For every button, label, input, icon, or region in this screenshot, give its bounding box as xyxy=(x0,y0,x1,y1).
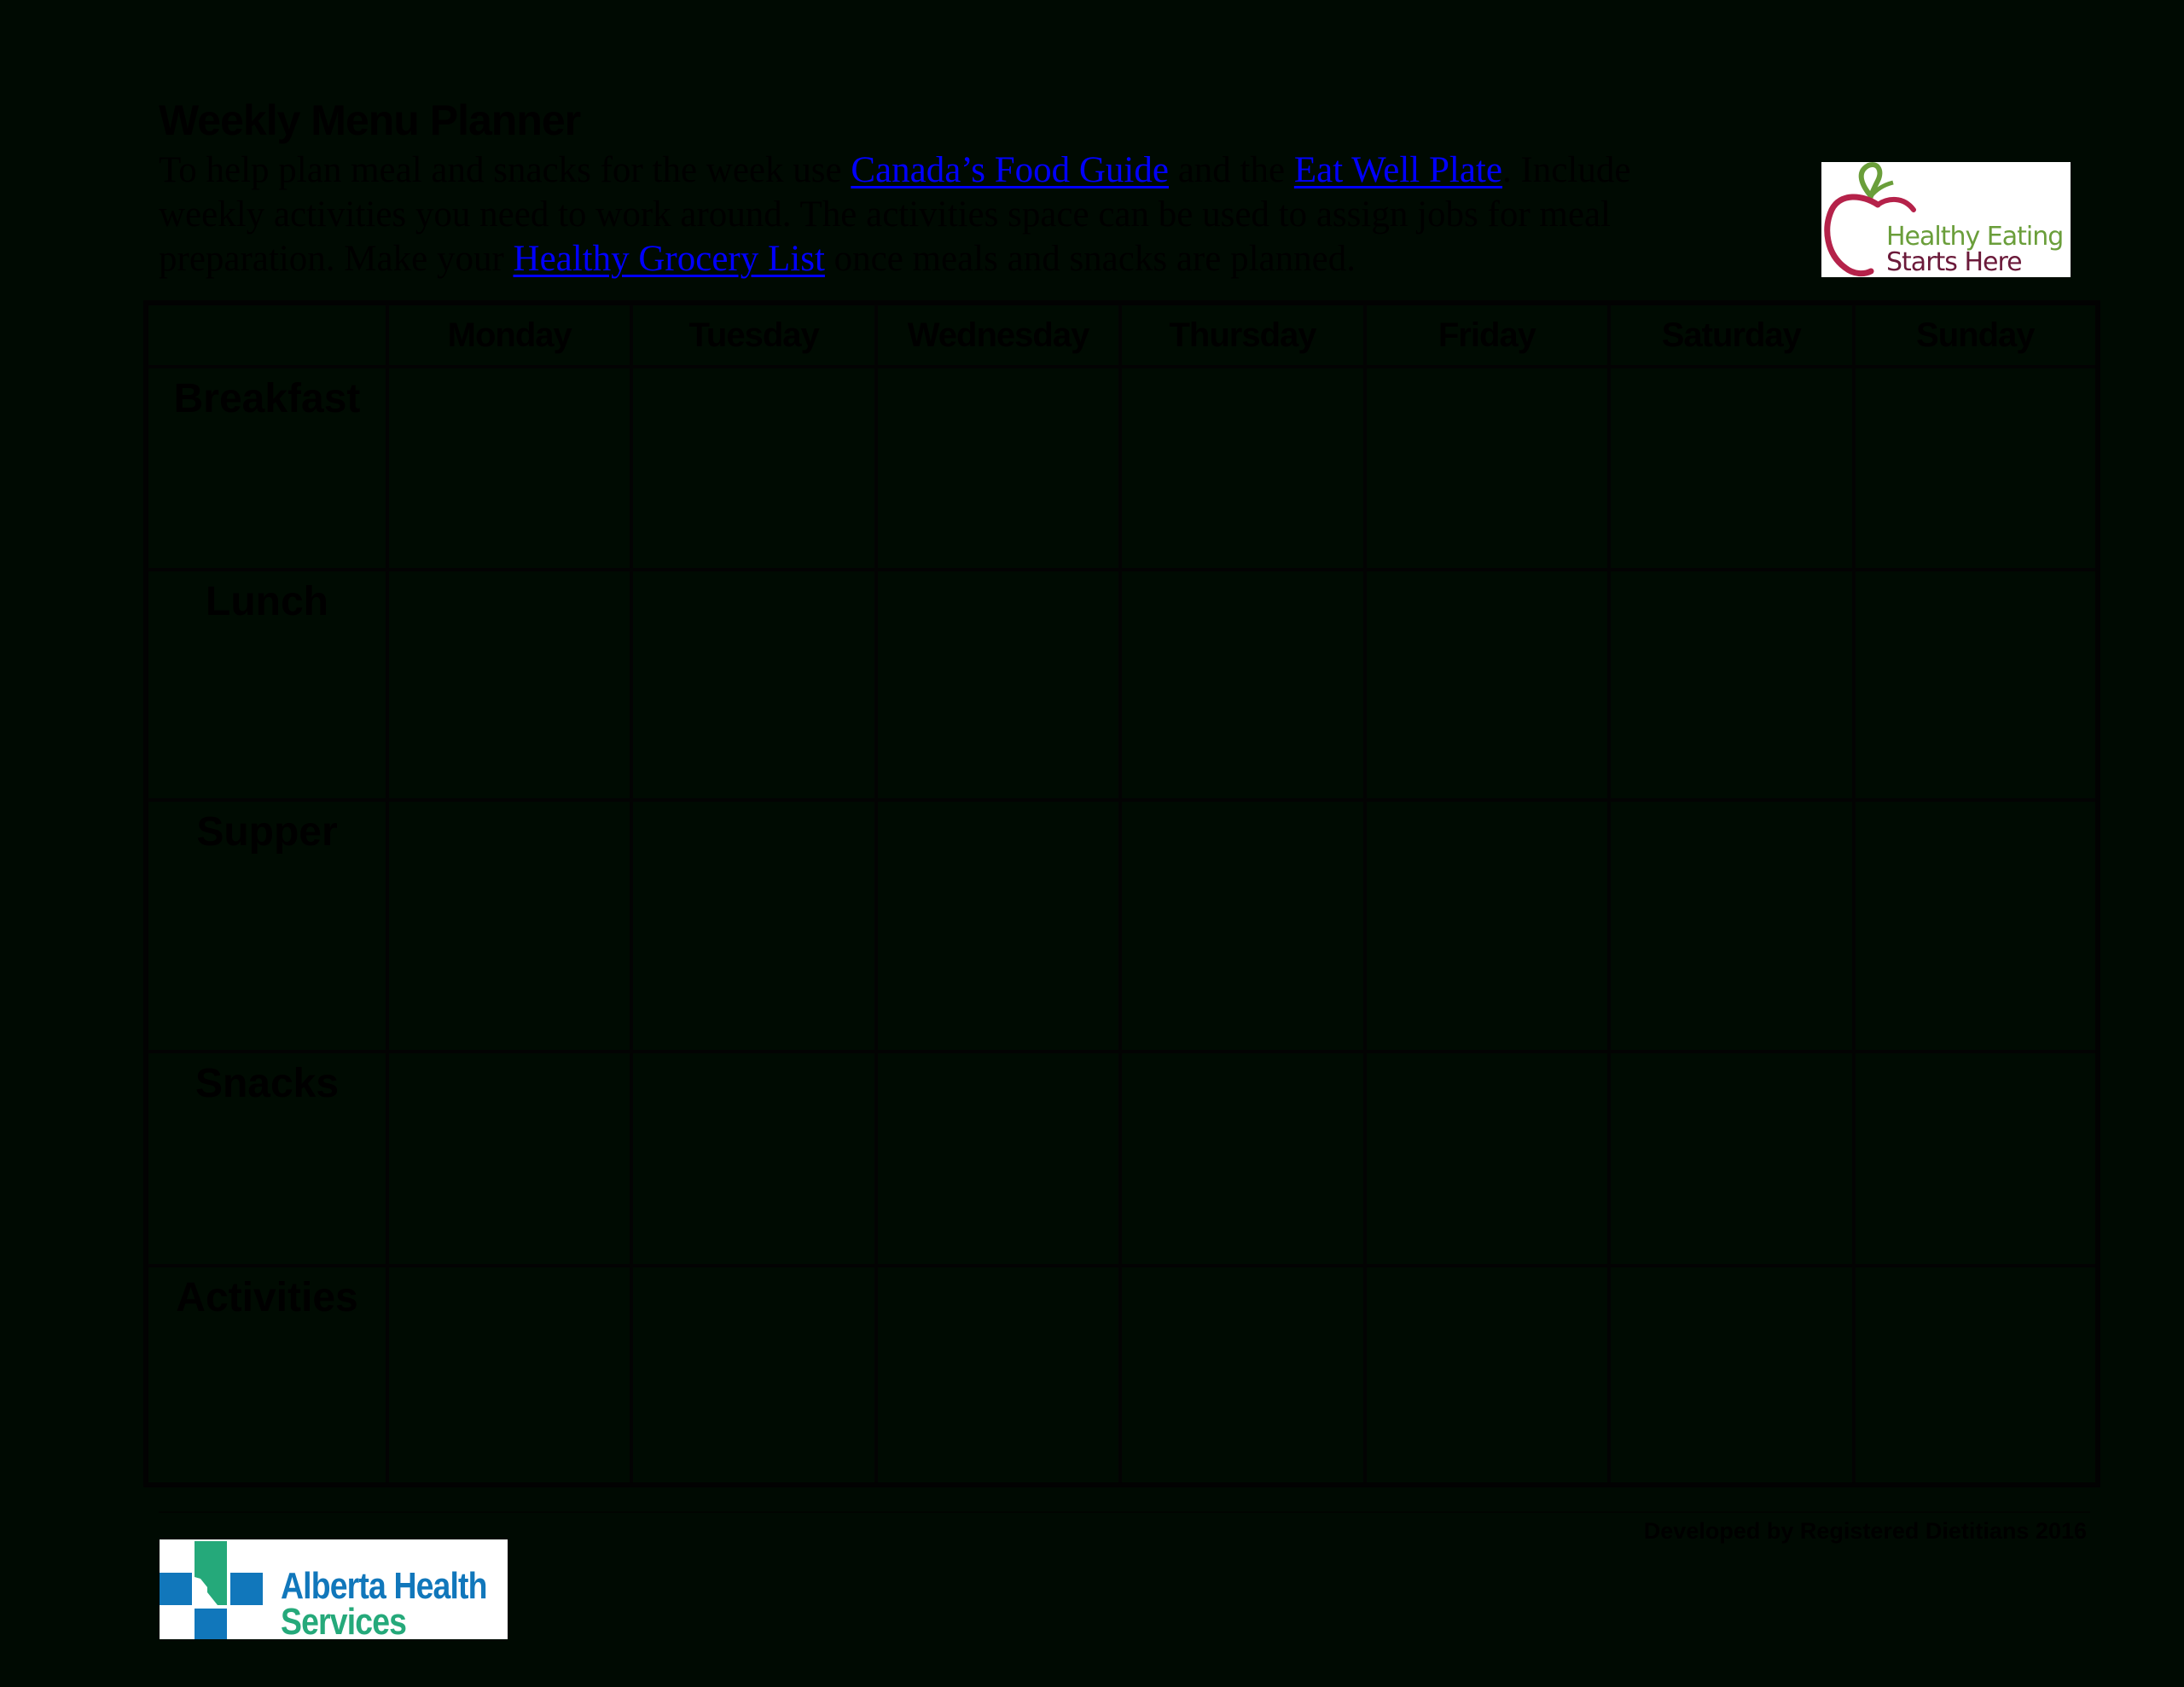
table-row-supper: Supper xyxy=(144,798,2100,1053)
eat-well-plate-link[interactable]: Eat Well Plate xyxy=(1294,150,1502,190)
cell-activities-wednesday[interactable] xyxy=(874,1264,1123,1487)
intro-text: and the xyxy=(1168,150,1294,190)
day-header-wednesday: Wednesday xyxy=(874,301,1123,368)
table-row-lunch: Lunch xyxy=(144,568,2100,802)
cell-lunch-tuesday[interactable] xyxy=(630,568,878,802)
corner-cell xyxy=(144,301,389,368)
cell-snacks-wednesday[interactable] xyxy=(874,1050,1123,1267)
table-header-row: Monday Tuesday Wednesday Thursday Friday… xyxy=(144,301,2100,368)
day-header-saturday: Saturday xyxy=(1607,301,1856,368)
table-row-activities: Activities xyxy=(144,1264,2100,1487)
intro-text: To help plan meal and snacks for the wee… xyxy=(159,150,851,190)
cell-activities-sunday[interactable] xyxy=(1851,1264,2100,1487)
row-label-activities: Activities xyxy=(144,1264,389,1487)
cell-supper-wednesday[interactable] xyxy=(874,798,1123,1053)
cell-breakfast-friday[interactable] xyxy=(1362,365,1612,571)
footer-divider xyxy=(159,1511,2090,1513)
row-label-supper: Supper xyxy=(144,798,389,1053)
cell-breakfast-saturday[interactable] xyxy=(1607,365,1856,571)
cell-lunch-monday[interactable] xyxy=(385,568,634,802)
alberta-health-services-logo: Alberta Health Services xyxy=(160,1539,508,1639)
cell-lunch-sunday[interactable] xyxy=(1851,568,2100,802)
day-header-tuesday: Tuesday xyxy=(630,301,878,368)
day-header-sunday: Sunday xyxy=(1851,301,2100,368)
row-label-lunch: Lunch xyxy=(144,568,389,802)
cell-snacks-monday[interactable] xyxy=(385,1050,634,1267)
healthy-grocery-list-link[interactable]: Healthy Grocery List xyxy=(514,239,825,279)
cell-supper-thursday[interactable] xyxy=(1118,798,1367,1053)
cell-supper-tuesday[interactable] xyxy=(630,798,878,1053)
day-header-thursday: Thursday xyxy=(1118,301,1367,368)
cell-lunch-friday[interactable] xyxy=(1362,568,1612,802)
cell-supper-sunday[interactable] xyxy=(1851,798,2100,1053)
intro-line-2: weekly activities you need to work aroun… xyxy=(159,194,1611,235)
cell-activities-tuesday[interactable] xyxy=(630,1264,878,1487)
cell-breakfast-monday[interactable] xyxy=(385,365,634,571)
logo-text-line-2: Services xyxy=(281,1601,407,1639)
cell-lunch-saturday[interactable] xyxy=(1607,568,1856,802)
cell-lunch-thursday[interactable] xyxy=(1118,568,1367,802)
canadas-food-guide-link[interactable]: Canada’s Food Guide xyxy=(851,150,1169,190)
intro-text: . Include xyxy=(1502,150,1631,190)
cell-activities-friday[interactable] xyxy=(1362,1264,1612,1487)
page-title: Weekly Menu Planner xyxy=(159,96,581,144)
credit-text: Developed by Registered Dietitians 2016 xyxy=(1643,1518,2087,1544)
cell-breakfast-thursday[interactable] xyxy=(1118,365,1367,571)
cell-breakfast-sunday[interactable] xyxy=(1851,365,2100,571)
cell-snacks-friday[interactable] xyxy=(1362,1050,1612,1267)
cell-snacks-saturday[interactable] xyxy=(1607,1050,1856,1267)
cell-snacks-tuesday[interactable] xyxy=(630,1050,878,1267)
logo-text-line-2: Starts Here xyxy=(1886,247,2023,277)
cell-activities-thursday[interactable] xyxy=(1118,1264,1367,1487)
intro-text: once meals and snacks are planned. xyxy=(824,239,1356,279)
cell-activities-monday[interactable] xyxy=(385,1264,634,1487)
intro-text: preparation. Make your xyxy=(159,239,514,279)
intro-paragraph: To help plan meal and snacks for the wee… xyxy=(159,148,1763,281)
cell-snacks-sunday[interactable] xyxy=(1851,1050,2100,1267)
day-header-monday: Monday xyxy=(385,301,634,368)
table-row-breakfast: Breakfast xyxy=(144,365,2100,571)
row-label-breakfast: Breakfast xyxy=(144,365,389,571)
weekly-menu-table: Monday Tuesday Wednesday Thursday Friday… xyxy=(143,300,2100,1487)
cell-supper-monday[interactable] xyxy=(385,798,634,1053)
day-header-friday: Friday xyxy=(1362,301,1612,368)
cell-activities-saturday[interactable] xyxy=(1607,1264,1856,1487)
intro-line-1: To help plan meal and snacks for the wee… xyxy=(159,148,1763,193)
row-label-snacks: Snacks xyxy=(144,1050,389,1267)
intro-line-3: preparation. Make your Healthy Grocery L… xyxy=(159,237,1763,281)
table-row-snacks: Snacks xyxy=(144,1050,2100,1267)
cell-breakfast-wednesday[interactable] xyxy=(874,365,1123,571)
healthy-eating-starts-here-logo: Healthy Eating Starts Here xyxy=(1821,162,2071,277)
cell-snacks-thursday[interactable] xyxy=(1118,1050,1367,1267)
cell-lunch-wednesday[interactable] xyxy=(874,568,1123,802)
cell-supper-saturday[interactable] xyxy=(1607,798,1856,1053)
cell-supper-friday[interactable] xyxy=(1362,798,1612,1053)
cell-breakfast-tuesday[interactable] xyxy=(630,365,878,571)
